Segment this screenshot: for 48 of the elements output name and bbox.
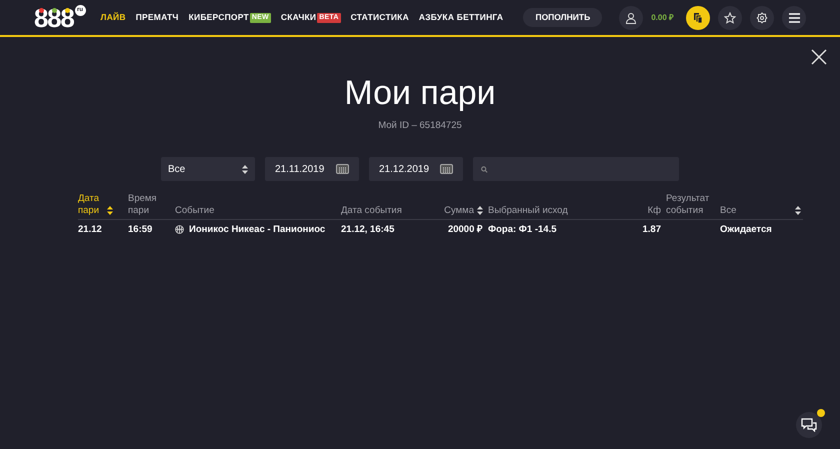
table-cell: 1.87: [642, 222, 661, 237]
search-field[interactable]: [473, 157, 679, 182]
chat-button[interactable]: [796, 412, 822, 438]
settings-button[interactable]: [750, 6, 774, 30]
balance: 0.00 ₽: [651, 12, 674, 24]
nav-link[interactable]: ПРЕМАТЧ: [136, 11, 179, 24]
column-header: Дата события: [341, 205, 402, 218]
table-cell: Ионикос Никеас - Паниониос: [189, 222, 326, 237]
menu-icon: [788, 12, 800, 22]
column-header[interactable]: Дата пари: [78, 193, 104, 218]
ball-icon: [175, 225, 184, 234]
table-cell: Ожидается: [720, 222, 772, 237]
date-field[interactable]: 21.11.2019: [265, 157, 359, 182]
user-icon: [625, 12, 638, 24]
favorites-button[interactable]: [718, 6, 742, 30]
nav-link[interactable]: СТАТИСТИКА: [350, 11, 409, 24]
table-cell: 21.12, 16:45: [341, 222, 394, 237]
column-header[interactable]: Сумма: [444, 205, 474, 218]
status-select[interactable]: Все: [161, 157, 255, 182]
cards-icon: [692, 12, 704, 24]
calendar-icon: [440, 164, 453, 174]
calendar-icon: [336, 164, 349, 174]
column-header: Результат события: [666, 193, 710, 218]
date-field[interactable]: 21.12.2019: [369, 157, 463, 182]
close-button[interactable]: [811, 49, 827, 65]
page-title: Мои пари: [344, 73, 496, 113]
nav-link[interactable]: АЗБУКА БЕТТИНГА: [418, 11, 504, 24]
column-header: Кф: [648, 205, 661, 218]
table-cell: 21.12: [78, 222, 102, 237]
table-cell: Фора: Ф1 -14.5: [488, 222, 556, 237]
column-header: Выбранный исход: [488, 205, 568, 218]
nav-link[interactable]: ЛАЙВ: [100, 11, 126, 24]
menu-button[interactable]: [782, 6, 806, 30]
settings-icon: [756, 12, 768, 24]
column-header: Время пари: [128, 193, 158, 218]
profile-button[interactable]: [619, 6, 644, 30]
column-header[interactable]: Все: [720, 205, 736, 218]
chat-icon: [801, 418, 817, 432]
table-cell: 16:59: [128, 222, 152, 237]
search-icon: [481, 166, 488, 173]
sort-icon: [242, 164, 248, 174]
table-cell: 20000 ₽: [448, 222, 483, 237]
star-icon: [724, 12, 736, 24]
deposit-button[interactable]: ПОПОЛНИТЬ: [523, 8, 602, 27]
column-header: Событие: [175, 205, 214, 218]
close-icon: [811, 49, 827, 65]
user-id: Мой ID – 65184725: [378, 119, 462, 133]
bets-button[interactable]: [686, 6, 710, 30]
